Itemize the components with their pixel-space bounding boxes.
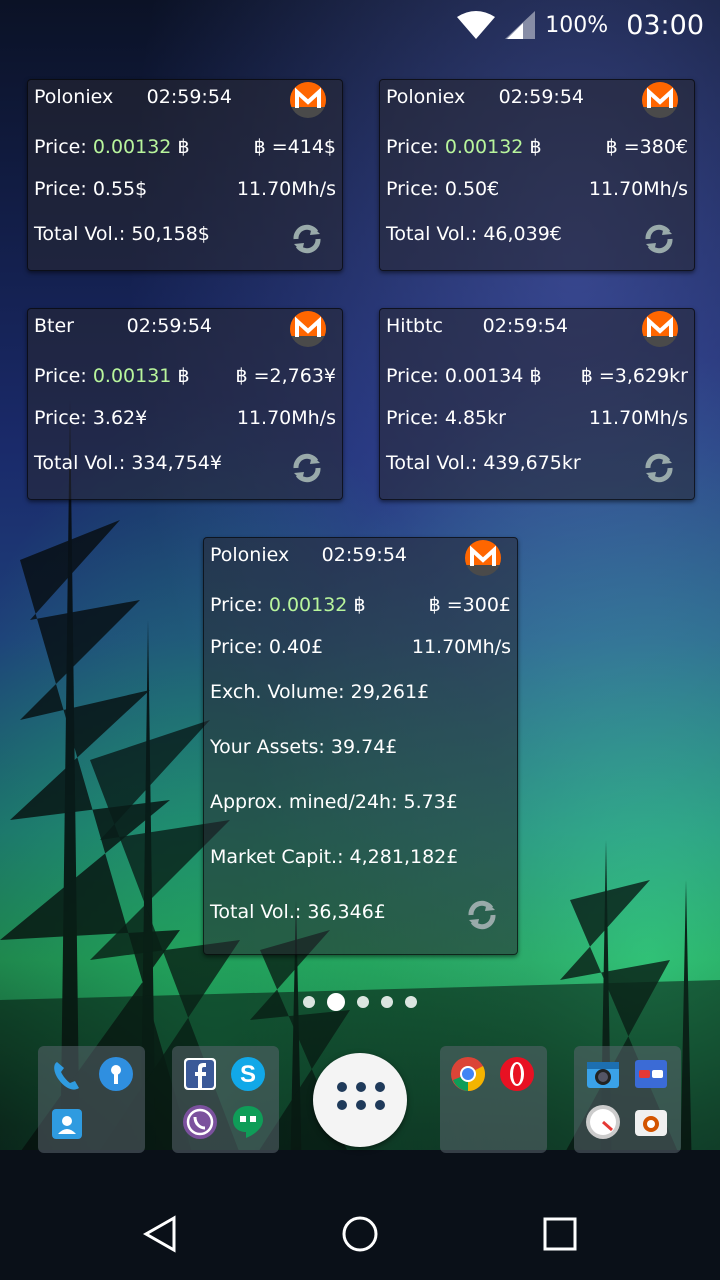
camera-alt-icon[interactable] bbox=[633, 1104, 669, 1140]
update-time: 02:59:54 bbox=[146, 86, 232, 108]
hashrate: 11.70Mh/s bbox=[588, 178, 688, 200]
app-drawer-button[interactable] bbox=[313, 1053, 407, 1147]
total-volume: 46,039€ bbox=[483, 223, 562, 245]
total-volume: 439,675kr bbox=[483, 452, 581, 474]
fiat-price: 0.50€ bbox=[444, 178, 500, 200]
monero-logo-icon bbox=[290, 82, 326, 118]
refresh-icon[interactable] bbox=[465, 898, 499, 932]
bitcoin-icon: ฿ bbox=[580, 365, 593, 387]
bitcoin-icon: ฿ bbox=[235, 365, 248, 387]
opera-icon[interactable] bbox=[499, 1056, 535, 1092]
ticker-widget-3[interactable]: Bter 02:59:54 Price: 0.00131 ฿฿ =2,763¥ P… bbox=[27, 308, 343, 500]
monero-logo-icon bbox=[465, 540, 501, 576]
back-icon[interactable] bbox=[138, 1212, 182, 1256]
your-assets: Your Assets: 39.74£ bbox=[210, 736, 398, 758]
refresh-icon[interactable] bbox=[290, 222, 324, 256]
btc-rate: =380€ bbox=[623, 136, 688, 158]
ticker-widget-4[interactable]: Hitbtc 02:59:54 Price: 0.00134 ฿฿ =3,629k… bbox=[379, 308, 695, 500]
btc-rate: =300£ bbox=[446, 594, 511, 616]
viber-icon[interactable] bbox=[182, 1104, 218, 1140]
btc-rate: =414$ bbox=[271, 136, 336, 158]
camera-icon[interactable] bbox=[585, 1056, 621, 1092]
bitcoin-icon: ฿ bbox=[353, 594, 366, 616]
hashrate: 11.70Mh/s bbox=[588, 407, 688, 429]
page-dot[interactable] bbox=[303, 996, 315, 1008]
glasses-app-icon[interactable] bbox=[633, 1056, 669, 1092]
status-bar: 100% 03:00 bbox=[0, 0, 720, 50]
skype-icon[interactable]: S bbox=[230, 1056, 266, 1092]
exchange-name: Bter bbox=[34, 315, 74, 337]
exchange-name: Poloniex bbox=[34, 86, 114, 108]
recents-icon[interactable] bbox=[538, 1212, 582, 1256]
svg-text:S: S bbox=[240, 1061, 256, 1088]
app-folder-3[interactable] bbox=[440, 1046, 547, 1153]
btc-rate: =3,629kr bbox=[598, 365, 688, 387]
home-icon[interactable] bbox=[338, 1212, 382, 1256]
app-drawer-icon bbox=[337, 1082, 385, 1110]
bitcoin-icon: ฿ bbox=[428, 594, 441, 616]
monero-logo-icon bbox=[642, 82, 678, 118]
exchange-name: Hitbtc bbox=[386, 315, 443, 337]
update-time: 02:59:54 bbox=[321, 544, 407, 566]
bitcoin-icon: ฿ bbox=[605, 136, 618, 158]
cell-signal-icon bbox=[505, 11, 536, 39]
bitcoin-icon: ฿ bbox=[177, 136, 190, 158]
ticker-widget-large[interactable]: Poloniex 02:59:54 Price: 0.00132 ฿฿ =300£… bbox=[203, 537, 518, 955]
clock: 03:00 bbox=[626, 9, 704, 41]
wifi-icon bbox=[457, 11, 496, 39]
app-folder-1[interactable] bbox=[38, 1046, 145, 1153]
phone-icon[interactable] bbox=[49, 1058, 85, 1094]
update-time: 02:59:54 bbox=[126, 315, 212, 337]
btc-rate: =2,763¥ bbox=[253, 365, 336, 387]
hashrate: 11.70Mh/s bbox=[411, 636, 511, 658]
update-time: 02:59:54 bbox=[498, 86, 584, 108]
fiat-price: 4.85kr bbox=[444, 407, 506, 429]
hangouts-icon[interactable] bbox=[230, 1104, 266, 1140]
bitcoin-icon: ฿ bbox=[529, 136, 542, 158]
bitcoin-icon: ฿ bbox=[253, 136, 266, 158]
battery-level: 100% bbox=[545, 12, 609, 38]
facebook-icon[interactable] bbox=[182, 1056, 218, 1092]
ticker-widget-2[interactable]: Poloniex 02:59:54 Price: 0.00132 ฿฿ =380€… bbox=[379, 79, 695, 271]
btc-price: 0.00132 bbox=[444, 136, 524, 158]
refresh-icon[interactable] bbox=[642, 451, 676, 485]
navigation-bar bbox=[0, 1184, 720, 1280]
app-folder-2[interactable]: S bbox=[172, 1046, 279, 1153]
total-volume: 50,158$ bbox=[131, 223, 210, 245]
update-time: 02:59:54 bbox=[482, 315, 568, 337]
refresh-icon[interactable] bbox=[642, 222, 676, 256]
speedometer-icon[interactable] bbox=[585, 1104, 621, 1140]
app-folder-4[interactable] bbox=[574, 1046, 681, 1153]
total-volume: 334,754¥ bbox=[131, 452, 222, 474]
total-volume: Total Vol.: 36,346£ bbox=[210, 901, 386, 923]
exchange-name: Poloniex bbox=[210, 544, 290, 566]
chrome-icon[interactable] bbox=[450, 1056, 486, 1092]
monero-logo-icon bbox=[642, 311, 678, 347]
keyhole-app-icon[interactable] bbox=[98, 1056, 134, 1092]
btc-price: 0.00132 bbox=[92, 136, 172, 158]
contacts-icon[interactable] bbox=[49, 1106, 85, 1142]
hashrate: 11.70Mh/s bbox=[236, 407, 336, 429]
fiat-price: 0.40£ bbox=[268, 636, 324, 658]
refresh-icon[interactable] bbox=[290, 451, 324, 485]
page-dot-active[interactable] bbox=[327, 993, 345, 1011]
monero-logo-icon bbox=[290, 311, 326, 347]
fiat-price: 0.55$ bbox=[92, 178, 148, 200]
ticker-widget-1[interactable]: Poloniex 02:59:54 Price: 0.00132 ฿฿ =414$… bbox=[27, 79, 343, 271]
approx-mined-24h: Approx. mined/24h: 5.73£ bbox=[210, 791, 458, 813]
exchange-name: Poloniex bbox=[386, 86, 466, 108]
page-dot[interactable] bbox=[381, 996, 393, 1008]
exchange-volume: Exch. Volume: 29,261£ bbox=[210, 681, 430, 703]
fiat-price: 3.62¥ bbox=[92, 407, 148, 429]
page-indicator[interactable] bbox=[0, 993, 720, 1011]
page-dot[interactable] bbox=[405, 996, 417, 1008]
btc-price: 0.00134 bbox=[444, 365, 524, 387]
btc-price: 0.00131 bbox=[92, 365, 172, 387]
hashrate: 11.70Mh/s bbox=[236, 178, 336, 200]
bitcoin-icon: ฿ bbox=[177, 365, 190, 387]
bitcoin-icon: ฿ bbox=[529, 365, 542, 387]
btc-price: 0.00132 bbox=[268, 594, 348, 616]
page-dot[interactable] bbox=[357, 996, 369, 1008]
market-cap: Market Capit.: 4,281,182£ bbox=[210, 846, 459, 868]
